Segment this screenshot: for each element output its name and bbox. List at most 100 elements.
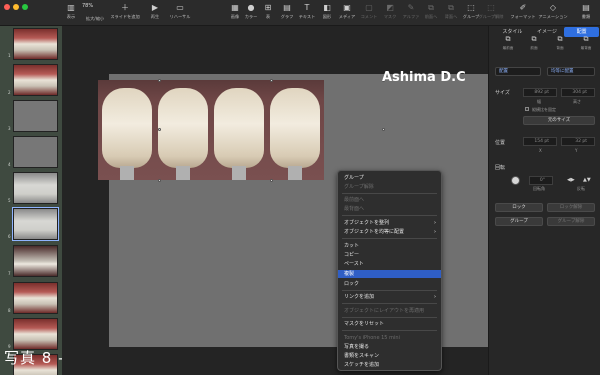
group-icon: ⬚	[467, 3, 475, 12]
slide-thumbnail[interactable]	[13, 172, 58, 204]
lock-button[interactable]: ロック	[495, 203, 543, 212]
slide-thumbnail[interactable]	[13, 245, 58, 277]
height-field[interactable]: 304 pt	[561, 88, 595, 97]
selection-handle[interactable]	[158, 128, 161, 131]
layer-order-row: ⧉ 最前面 ⧉ 前面 ⧉ 背面 ⧉ 最背面	[495, 35, 599, 59]
menu-item-cut[interactable]: カット	[338, 242, 441, 250]
menu-item-copy[interactable]: コピー	[338, 251, 441, 259]
slide-thumbnail[interactable]	[13, 282, 58, 314]
group-button[interactable]: グループ	[495, 217, 543, 226]
window-controls	[4, 4, 28, 10]
menu-item-ungroup[interactable]: グループ解除	[338, 183, 441, 191]
position-label: 位置	[495, 140, 506, 146]
tooth-shade-sample	[158, 88, 208, 168]
teeth-photo[interactable]	[98, 80, 324, 180]
chart-icon: ▤	[283, 3, 291, 12]
menu-item-align-objects[interactable]: オブジェクトを整列 ›	[338, 219, 441, 227]
menu-item-distribute-objects[interactable]: オブジェクトを均等に配置 ›	[338, 228, 441, 236]
rotation-dial[interactable]	[511, 176, 520, 185]
toolbar: ▥ 表示 78% 拡大/縮小 ＋ スライドを追加 ▶ 再生 ▭ リハーサル ▦ …	[0, 0, 600, 26]
table-icon: ⊞	[264, 3, 272, 12]
play-button[interactable]: ▶ 再生	[142, 3, 168, 20]
media-icon: ▣	[343, 3, 351, 12]
menu-separator	[342, 303, 437, 304]
play-icon: ▶	[151, 3, 159, 12]
send-to-back-button[interactable]: ⧉ 最背面	[573, 35, 599, 59]
distribute-select[interactable]: 均等に配置	[547, 67, 595, 76]
menu-item-scan-documents[interactable]: 書類をスキャン	[338, 352, 441, 360]
width-field[interactable]: 892 pt	[523, 88, 557, 97]
shade-tab-stem	[232, 166, 246, 180]
menu-separator	[342, 317, 437, 318]
slide-thumbnail[interactable]	[13, 64, 58, 96]
menu-separator	[342, 193, 437, 194]
slide-thumbnail-selected[interactable]	[12, 207, 59, 241]
bring-to-front-button[interactable]: ⧉ 最前面	[495, 35, 521, 59]
back-icon: ⧉	[448, 3, 454, 12]
shade-tab-stem	[176, 166, 190, 180]
animate-button[interactable]: ◇ アニメーション	[538, 3, 567, 20]
selection-handle[interactable]	[382, 128, 385, 131]
document-button[interactable]: ▤ 書類	[573, 3, 599, 20]
slide-thumbnail[interactable]	[13, 28, 58, 60]
menu-item-duplicate[interactable]: 複製	[338, 270, 441, 278]
bring-forward-button[interactable]: ⧉ 前面	[521, 35, 547, 59]
ungroup-button[interactable]: ⬚ グループ解除	[478, 3, 504, 20]
slide-title-text[interactable]: Ashima D.C	[382, 70, 466, 85]
slide-navigator[interactable]: 1 2 3 4 5 6 7 8 9	[0, 26, 62, 375]
menu-item-reapply-layout[interactable]: オブジェクトにレイアウトを再適用	[338, 307, 441, 315]
slide-thumbnail[interactable]	[13, 100, 58, 132]
alpha-icon: ✎	[407, 3, 415, 12]
send-backward-button[interactable]: ⧉ 背面	[547, 35, 573, 59]
add-slide-button[interactable]: ＋ スライドを追加	[110, 3, 139, 20]
y-field[interactable]: 32 pt	[561, 137, 595, 146]
angle-field[interactable]: 0°	[529, 176, 553, 185]
x-field[interactable]: 154 pt	[523, 137, 557, 146]
menu-separator	[342, 238, 437, 239]
format-icon: ✐	[519, 3, 527, 12]
original-size-button[interactable]: 元のサイズ	[523, 116, 595, 125]
selection-handle[interactable]	[158, 179, 161, 182]
view-button[interactable]: ▥ 表示	[58, 3, 84, 20]
tooth-shade-sample	[102, 88, 152, 168]
front-icon: ⧉	[428, 3, 434, 12]
menu-item-send-to-back[interactable]: 最背面へ	[338, 205, 441, 213]
document-icon: ▤	[582, 3, 590, 12]
rehearse-icon: ▭	[176, 3, 184, 12]
selection-handle[interactable]	[158, 79, 161, 82]
close-window-button[interactable]	[4, 4, 10, 10]
zoom-button[interactable]: 拡大/縮小	[82, 14, 108, 22]
align-select[interactable]: 配置	[495, 67, 541, 76]
menu-item-add-link[interactable]: リンクを追加 ›	[338, 293, 441, 301]
zoom-value[interactable]: 78%	[82, 3, 93, 9]
menu-item-group[interactable]: グループ	[338, 174, 441, 182]
menu-item-bring-to-front[interactable]: 最前面へ	[338, 196, 441, 204]
shade-tab-stem	[120, 166, 134, 180]
selection-handle[interactable]	[270, 179, 273, 182]
text-icon: T	[304, 3, 310, 12]
selection-handle[interactable]	[270, 79, 273, 82]
backward-icon: ⧉	[557, 35, 563, 43]
rehearse-button[interactable]: ▭ リハーサル	[167, 3, 193, 20]
unlock-button[interactable]: ロック解除	[547, 203, 595, 212]
zoom-window-button[interactable]	[22, 4, 28, 10]
menu-item-paste[interactable]: ペースト	[338, 260, 441, 268]
flip-horizontal-icon[interactable]: ◀▶	[567, 177, 575, 183]
mask-icon: ◩	[386, 3, 394, 12]
slide-thumbnail[interactable]	[13, 136, 58, 168]
constrain-proportions-checkbox[interactable]	[525, 107, 529, 111]
slide-thumbnail[interactable]	[13, 318, 58, 350]
ungroup-button[interactable]: グループ解除	[547, 217, 595, 226]
flip-vertical-icon[interactable]: ▲▼	[583, 177, 591, 183]
inspector-panel: スタイル イメージ 配置 ⧉ 最前面 ⧉ 前面 ⧉ 背面 ⧉ 最背面 配置 均等に配置 …	[488, 26, 600, 375]
menu-item-reset-mask[interactable]: マスクをリセット	[338, 320, 441, 328]
chevron-right-icon: ›	[434, 294, 436, 300]
minimize-window-button[interactable]	[13, 4, 19, 10]
back-icon: ⧉	[583, 35, 589, 43]
forward-icon: ⧉	[531, 35, 537, 43]
format-button[interactable]: ✐ フォーマット	[510, 3, 536, 20]
menu-item-lock[interactable]: ロック	[338, 280, 441, 288]
ungroup-icon: ⬚	[487, 3, 495, 12]
menu-item-add-sketch[interactable]: スケッチを追加	[338, 361, 441, 369]
menu-item-take-photo[interactable]: 写真を撮る	[338, 343, 441, 351]
